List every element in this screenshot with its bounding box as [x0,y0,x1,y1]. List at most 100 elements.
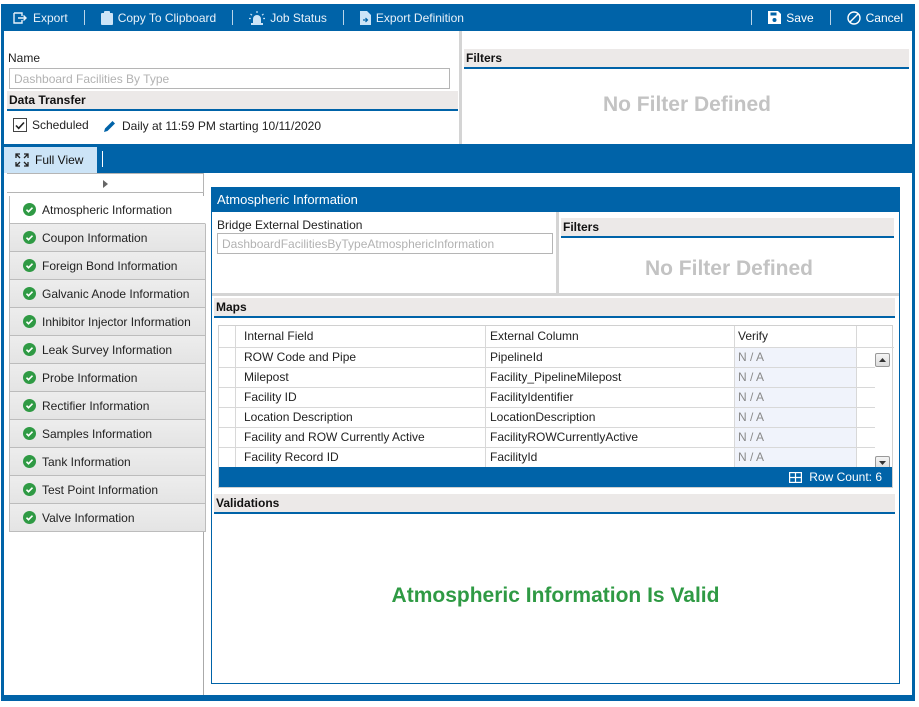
sidebar-item-label: Atmospheric Information [42,202,173,217]
cell-internal-field[interactable]: ROW Code and Pipe [236,348,486,367]
row-selector[interactable] [219,428,236,447]
cell-verify[interactable]: N / A [735,408,857,427]
sidebar-item-label: Foreign Bond Information [42,258,178,273]
cell-external-column[interactable]: FacilityROWCurrentlyActive [486,428,735,447]
pencil-icon [104,120,115,132]
cell-external-column[interactable]: PipelineId [486,348,735,367]
table-row[interactable]: ROW Code and Pipe PipelineId N / A [219,348,877,368]
column-header-verify[interactable]: Verify [735,326,857,347]
sidebar-nav: Atmospheric Information Coupon Informatio… [9,196,206,532]
sidebar-item[interactable]: Rectifier Information [9,392,206,420]
check-circle-icon [23,231,36,244]
sidebar-item[interactable]: Coupon Information [9,224,206,252]
export-icon [13,11,27,24]
toolbar-separator [83,10,85,25]
full-view-label: Full View [35,153,84,167]
cancel-button[interactable]: Cancel [839,4,915,31]
row-selector[interactable] [219,368,236,387]
toolbar-separator [232,10,234,25]
definition-properties: Name Data Transfer Scheduled Daily at 11… [4,31,458,144]
save-label: Save [786,10,814,25]
detail-splitter[interactable] [556,212,559,296]
sidebar-item-label: Probe Information [42,370,138,385]
cell-external-column[interactable]: LocationDescription [486,408,735,427]
check-circle-icon [23,399,36,412]
column-header-internal-field[interactable]: Internal Field [236,326,486,347]
cell-external-column[interactable]: FacilityId [486,448,735,467]
export-definition-button[interactable]: Export Definition [352,4,472,31]
sidebar-item-label: Coupon Information [42,230,148,245]
scheduled-checkbox[interactable] [13,118,27,132]
cell-verify[interactable]: N / A [735,348,857,367]
full-view-button[interactable]: Full View [4,147,97,173]
checkmark-icon [15,121,25,129]
cell-verify[interactable]: N / A [735,368,857,387]
maps-header: Maps [214,298,895,318]
save-button[interactable]: Save [760,4,821,31]
window-bottom-border [1,695,915,701]
table-row[interactable]: Facility ID FacilityIdentifier N / A [219,388,877,408]
cell-internal-field[interactable]: Facility Record ID [236,448,486,467]
sidebar-item[interactable]: Test Point Information [9,476,206,504]
row-selector[interactable] [219,388,236,407]
cancel-icon [846,10,861,25]
toolbar-separator [829,10,831,25]
cell-internal-field[interactable]: Location Description [236,408,486,427]
sidebar-item-label: Valve Information [42,510,135,525]
toolbar-separator [751,10,753,25]
check-circle-icon [23,483,36,496]
scroll-up-button[interactable] [875,353,890,367]
check-circle-icon [23,343,36,356]
cell-external-column[interactable]: Facility_PipelineMilepost [486,368,735,387]
caret-right-icon[interactable] [103,180,108,188]
check-circle-icon [23,455,36,468]
row-selector[interactable] [219,348,236,367]
cell-internal-field[interactable]: Facility ID [236,388,486,407]
export-button[interactable]: Export [1,4,76,31]
edit-schedule-link[interactable]: Daily at 11:59 PM starting 10/11/2020 [103,119,321,133]
file-export-icon [359,10,371,25]
sidebar-item[interactable]: Inhibitor Injector Information [9,308,206,336]
row-selector[interactable] [219,448,236,467]
sidebar-collapse-bar[interactable] [7,173,204,193]
row-selector[interactable] [219,408,236,427]
detail-horizontal-splitter[interactable] [212,293,899,296]
name-input[interactable] [9,68,450,89]
expand-icon [15,153,29,167]
job-status-button[interactable]: Job Status [241,4,335,31]
sidebar-item[interactable]: Probe Information [9,364,206,392]
detail-no-filter-message: No Filter Defined [644,257,813,280]
table-row[interactable]: Facility Record ID FacilityId N / A [219,448,877,468]
validations-header: Validations [214,494,895,514]
sidebar-item[interactable]: Foreign Bond Information [9,252,206,280]
bridge-destination-input[interactable] [217,233,553,254]
table-row[interactable]: Facility and ROW Currently Active Facilit… [219,428,877,448]
triangle-up-icon [879,358,886,362]
check-circle-icon [23,371,36,384]
cell-internal-field[interactable]: Facility and ROW Currently Active [236,428,486,447]
table-row[interactable]: Milepost Facility_PipelineMilepost N / A [219,368,877,388]
cell-verify[interactable]: N / A [735,388,857,407]
table-row[interactable]: Location Description LocationDescription N… [219,408,877,428]
cell-verify[interactable]: N / A [735,448,857,467]
cell-verify[interactable]: N / A [735,428,857,447]
sidebar-item[interactable]: Valve Information [9,504,206,532]
sidebar-item-label: Leak Survey Information [42,342,173,357]
job-status-label: Job Status [270,10,327,25]
scheduled-checkbox-group[interactable]: Scheduled [13,118,89,132]
column-header-external-column[interactable]: External Column [486,326,735,347]
copy-to-clipboard-button[interactable]: Copy To Clipboard [93,4,225,31]
sidebar-item[interactable]: Galvanic Anode Information [9,280,206,308]
bridge-destination-label: Bridge External Destination [217,218,363,232]
sidebar-item[interactable]: Atmospheric Information [9,196,206,224]
filters-header: Filters [464,49,909,69]
grid-scrollbar[interactable] [875,348,892,470]
cell-external-column[interactable]: FacilityIdentifier [486,388,735,407]
sidebar-item[interactable]: Tank Information [9,448,206,476]
cell-internal-field[interactable]: Milepost [236,368,486,387]
no-filter-message: No Filter Defined [602,93,771,116]
name-label: Name [8,51,41,65]
toolbar-separator [342,10,344,25]
sidebar-item[interactable]: Leak Survey Information [9,336,206,364]
sidebar-item[interactable]: Samples Information [9,420,206,448]
